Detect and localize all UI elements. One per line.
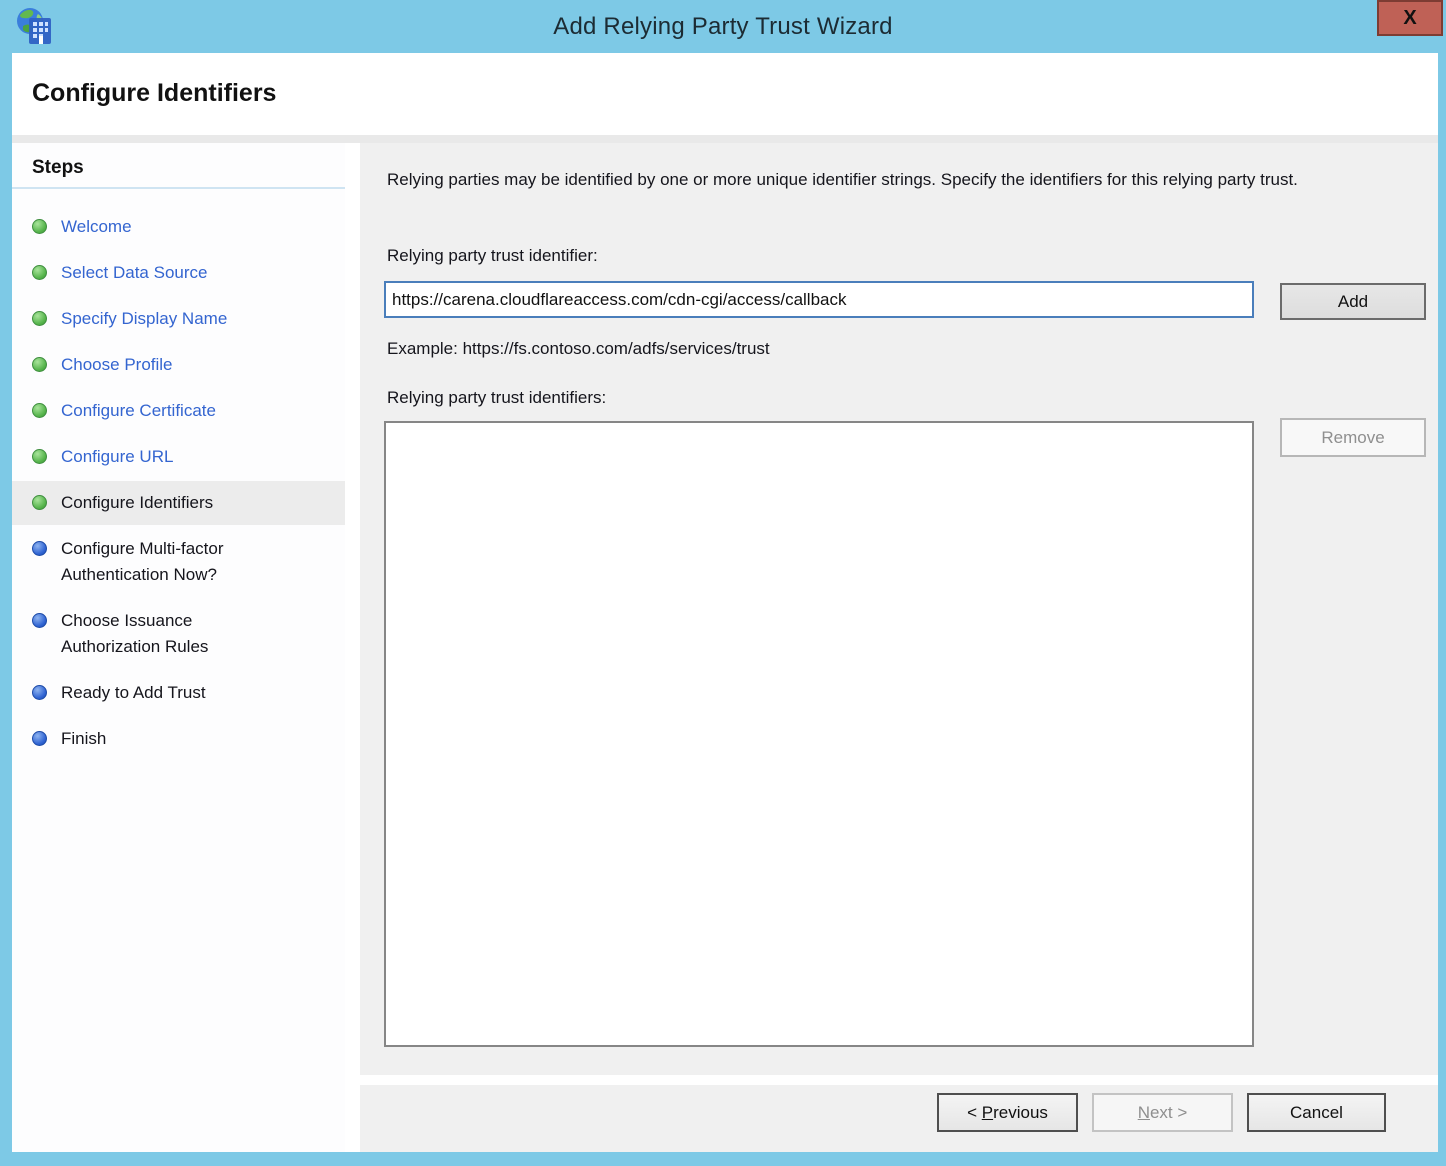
identifier-label: Relying party trust identifier:: [387, 246, 598, 266]
header-divider: [12, 135, 1438, 143]
step-label: Configure Certificate: [61, 398, 216, 424]
sidebar-item-select-data-source[interactable]: Select Data Source: [12, 251, 345, 295]
wizard-window: Configure Identifiers Steps Welcome Sele…: [12, 53, 1438, 1152]
step-done-bullet-icon: [32, 219, 47, 234]
page-header: Configure Identifiers: [12, 53, 1438, 135]
close-button[interactable]: X: [1377, 0, 1443, 36]
example-text: Example: https://fs.contoso.com/adfs/ser…: [387, 339, 770, 359]
previous-button[interactable]: < Previous: [937, 1093, 1078, 1132]
step-label: Select Data Source: [61, 260, 207, 286]
identifiers-list-label: Relying party trust identifiers:: [387, 388, 606, 408]
add-button[interactable]: Add: [1280, 283, 1426, 320]
titlebar: Add Relying Party Trust Wizard X: [0, 0, 1446, 53]
intro-text: Relying parties may be identified by one…: [387, 166, 1417, 193]
sidebar-item-configure-url[interactable]: Configure URL: [12, 435, 345, 479]
step-done-bullet-icon: [32, 403, 47, 418]
step-label: Ready to Add Trust: [61, 680, 206, 706]
next-button: Next >: [1092, 1093, 1233, 1132]
step-todo-bullet-icon: [32, 685, 47, 700]
step-todo-bullet-icon: [32, 731, 47, 746]
footer-bar: < Previous Next > Cancel: [360, 1085, 1438, 1152]
steps-sidebar: Steps Welcome Select Data Source Specify…: [12, 143, 345, 1152]
sidebar-item-choose-profile[interactable]: Choose Profile: [12, 343, 345, 387]
main-content: Relying parties may be identified by one…: [360, 143, 1438, 1075]
sidebar-item-configure-identifiers[interactable]: Configure Identifiers: [12, 481, 345, 525]
step-label: Choose Profile: [61, 352, 173, 378]
step-label: Configure Multi-factor Authentication No…: [61, 536, 293, 588]
sidebar-item-configure-mfa: Configure Multi-factor Authentication No…: [12, 527, 345, 597]
remove-button: Remove: [1280, 418, 1426, 457]
step-todo-bullet-icon: [32, 541, 47, 556]
sidebar-item-ready-to-add-trust: Ready to Add Trust: [12, 671, 345, 715]
step-label: Configure URL: [61, 444, 173, 470]
step-done-bullet-icon: [32, 265, 47, 280]
sidebar-item-configure-certificate[interactable]: Configure Certificate: [12, 389, 345, 433]
step-current-bullet-icon: [32, 495, 47, 510]
sidebar-item-specify-display-name[interactable]: Specify Display Name: [12, 297, 345, 341]
window-title: Add Relying Party Trust Wizard: [553, 13, 892, 41]
step-label: Specify Display Name: [61, 306, 227, 332]
step-label: Finish: [61, 726, 106, 752]
step-label: Welcome: [61, 214, 132, 240]
page-title: Configure Identifiers: [32, 79, 276, 108]
steps-list: Welcome Select Data Source Specify Displ…: [12, 189, 345, 761]
step-label: Choose Issuance Authorization Rules: [61, 608, 293, 660]
step-todo-bullet-icon: [32, 613, 47, 628]
step-done-bullet-icon: [32, 357, 47, 372]
sidebar-item-welcome[interactable]: Welcome: [12, 205, 345, 249]
step-label: Configure Identifiers: [61, 490, 213, 516]
sidebar-item-finish: Finish: [12, 717, 345, 761]
adfs-wizard-icon: [14, 6, 54, 46]
identifiers-listbox[interactable]: [384, 421, 1254, 1047]
step-done-bullet-icon: [32, 449, 47, 464]
sidebar-item-choose-issuance-rules: Choose Issuance Authorization Rules: [12, 599, 345, 669]
cancel-button[interactable]: Cancel: [1247, 1093, 1386, 1132]
relying-party-identifier-input[interactable]: [384, 281, 1254, 318]
step-done-bullet-icon: [32, 311, 47, 326]
steps-heading: Steps: [12, 143, 345, 189]
